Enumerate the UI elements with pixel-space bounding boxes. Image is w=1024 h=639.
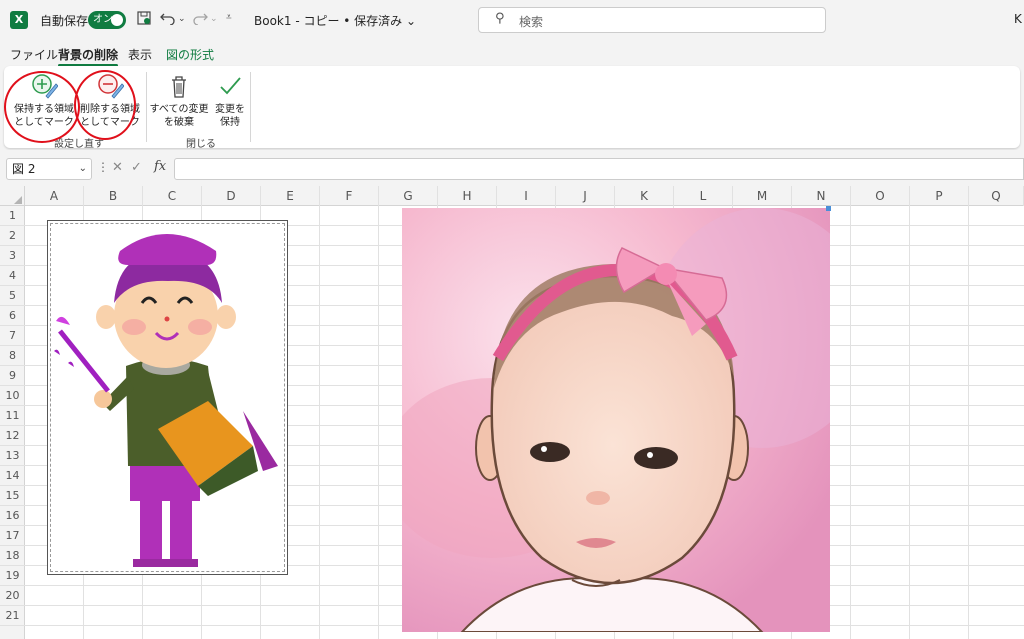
row-header[interactable]: 18 — [0, 546, 25, 566]
enter-check-icon[interactable]: ✓ — [131, 160, 142, 175]
column-header[interactable]: I — [497, 186, 556, 206]
column-header[interactable]: L — [674, 186, 733, 206]
discard-label: すべての変更 を破棄 — [149, 104, 209, 128]
checkmark-icon — [220, 77, 241, 95]
excel-logo-icon: X — [10, 11, 28, 29]
row-headers: 1 2 3 4 5 6 7 8 9 10 11 12 13 14 15 16 17 18 19 20 21 — [0, 206, 25, 639]
resize-handle[interactable] — [826, 206, 831, 211]
ribbon-panel: 保持する領域 としてマーク 削除する領域 としてマーク 設定し直す すべての変更… — [4, 66, 1020, 150]
row-header[interactable]: 4 — [0, 266, 25, 286]
redo-icon[interactable] — [192, 9, 208, 29]
trash-icon — [172, 76, 186, 98]
painter-boy-illustration — [54, 234, 278, 567]
picture-painter-boy[interactable] — [47, 220, 288, 575]
annotation-circle-remove — [74, 70, 136, 140]
column-header[interactable]: J — [556, 186, 615, 206]
more-options-icon[interactable]: ⋮ — [97, 160, 109, 174]
save-icon[interactable] — [136, 10, 152, 30]
column-header[interactable]: P — [910, 186, 969, 206]
account-initial[interactable]: K — [1014, 12, 1022, 26]
row-header[interactable]: 6 — [0, 306, 25, 326]
ribbon: 保持する領域 としてマーク 削除する領域 としてマーク 設定し直す すべての変更… — [0, 66, 1024, 150]
column-header[interactable]: E — [261, 186, 320, 206]
ribbon-tabs: ファイル 背景の削除 表示 図の形式 — [0, 40, 1024, 67]
column-header[interactable]: A — [25, 186, 84, 206]
row-header[interactable]: 14 — [0, 466, 25, 486]
group-label-close: 閉じる — [186, 139, 216, 150]
row-header[interactable]: 12 — [0, 426, 25, 446]
group-separator — [146, 72, 147, 142]
picture-baby-portrait[interactable] — [402, 208, 830, 632]
tab-file[interactable]: ファイル — [10, 46, 58, 63]
row-header[interactable]: 1 — [0, 206, 25, 226]
autosave-toggle[interactable]: オン — [88, 11, 126, 29]
column-header[interactable]: B — [84, 186, 143, 206]
row-header[interactable]: 8 — [0, 346, 25, 366]
row-header[interactable]: 21 — [0, 606, 25, 626]
column-header[interactable]: C — [143, 186, 202, 206]
row-header[interactable]: 2 — [0, 226, 25, 246]
name-box[interactable]: 図 2 ⌄ — [6, 158, 92, 180]
row-header[interactable]: 9 — [0, 366, 25, 386]
column-header[interactable]: O — [851, 186, 910, 206]
autosave-label: 自動保存 — [40, 14, 89, 28]
column-header[interactable]: G — [379, 186, 438, 206]
tab-view[interactable]: 表示 — [128, 46, 152, 63]
select-all-corner[interactable] — [0, 186, 25, 206]
tab-background-removal[interactable]: 背景の削除 — [58, 46, 119, 67]
document-title[interactable]: Book1 - コピー • 保存済み ⌄ — [254, 12, 416, 29]
row-header[interactable]: 16 — [0, 506, 25, 526]
undo-icon[interactable] — [160, 9, 176, 29]
customize-qat-icon[interactable]: ⩡ — [226, 12, 232, 23]
annotation-circle-keep — [4, 71, 80, 143]
excel-window: X 自動保存 オン ⌄ ⌄ ⩡ Book1 - コピー • 保存済み ⌄ ⚲ 検… — [0, 0, 1024, 639]
formula-bar: 図 2 ⌄ ⋮ ✕ ✓ fx — [0, 150, 1024, 186]
row-header[interactable]: 10 — [0, 386, 25, 406]
column-header[interactable]: M — [733, 186, 792, 206]
column-header[interactable]: Q — [969, 186, 1024, 206]
column-headers: ABCDEFGHIJKLMNOPQ — [0, 186, 1024, 206]
search-icon: ⚲ — [495, 11, 505, 26]
row-header[interactable]: 3 — [0, 246, 25, 266]
row-header[interactable]: 7 — [0, 326, 25, 346]
tab-picture-format[interactable]: 図の形式 — [166, 46, 214, 63]
column-header[interactable]: F — [320, 186, 379, 206]
cancel-icon[interactable]: ✕ — [112, 160, 123, 175]
column-header[interactable]: D — [202, 186, 261, 206]
keep-changes-label: 変更を 保持 — [215, 104, 245, 128]
row-header[interactable]: 13 — [0, 446, 25, 466]
baby-portrait-illustration — [402, 208, 830, 632]
row-header[interactable]: 17 — [0, 526, 25, 546]
keep-changes-button[interactable]: 変更を 保持 — [210, 72, 250, 129]
column-header[interactable]: N — [792, 186, 851, 206]
redo-dropdown-icon[interactable]: ⌄ — [210, 14, 218, 24]
search-placeholder: 検索 — [519, 15, 544, 29]
undo-dropdown-icon[interactable]: ⌄ — [178, 14, 186, 24]
title-bar: X 自動保存 オン ⌄ ⌄ ⩡ Book1 - コピー • 保存済み ⌄ ⚲ 検… — [0, 0, 1024, 40]
insert-function-icon[interactable]: fx — [154, 159, 166, 174]
group-separator — [250, 72, 251, 142]
row-header[interactable]: 15 — [0, 486, 25, 506]
row-header[interactable]: 5 — [0, 286, 25, 306]
autosave-toggle-text: オン — [93, 14, 113, 25]
name-box-value: 図 2 — [12, 162, 36, 176]
column-header[interactable]: K — [615, 186, 674, 206]
discard-all-changes-button[interactable]: すべての変更 を破棄 — [148, 72, 210, 129]
row-header[interactable]: 11 — [0, 406, 25, 426]
toggle-knob — [111, 14, 123, 26]
formula-input[interactable] — [174, 158, 1024, 180]
column-header[interactable]: H — [438, 186, 497, 206]
chevron-down-icon[interactable]: ⌄ — [79, 159, 87, 179]
search-box[interactable]: ⚲ 検索 — [478, 7, 826, 33]
row-header[interactable]: 20 — [0, 586, 25, 606]
row-header[interactable]: 19 — [0, 566, 25, 586]
